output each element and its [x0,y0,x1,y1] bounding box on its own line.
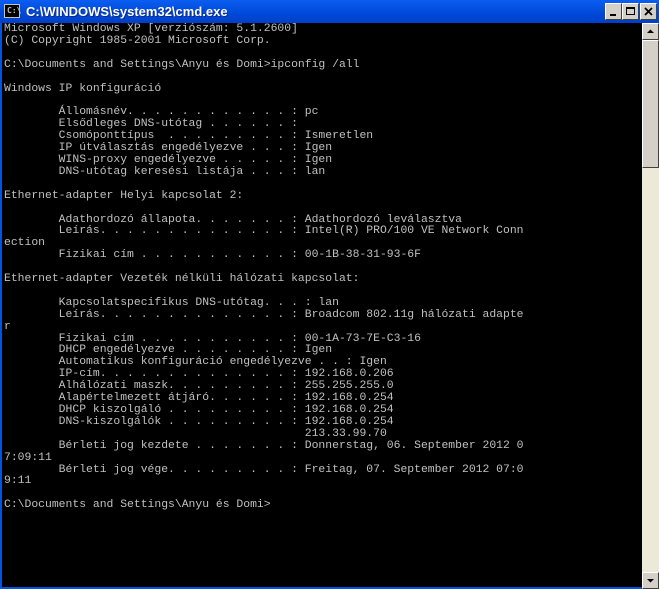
console-line: Microsoft Windows XP [verziószám: 5.1.26… [4,23,298,35]
console-line: Ethernet-adapter Vezeték nélküli hálózat… [4,273,360,286]
console-line: C:\Documents and Settings\Anyu és Domi>i… [4,58,360,71]
console-line: Fizikai cím . . . . . . . . . . . : 00-1… [4,249,421,262]
console-line: Alhálózati maszk. . . . . . . . . : 255.… [4,380,394,393]
console-line: 213.33.99.70 [4,427,387,440]
vertical-scrollbar[interactable] [642,23,659,589]
scroll-thumb[interactable] [642,40,659,168]
console-area[interactable]: Microsoft Windows XP [verziószám: 5.1.26… [2,23,642,587]
console-line: Bérleti jog kezdete . . . . . . . : Donn… [4,439,524,452]
scroll-up-arrow-icon [647,29,654,33]
cmd-window: C:\ C:\WINDOWS\system32\cmd.exe Microsof… [0,0,659,589]
cmd-app-icon[interactable]: C:\ [4,4,22,18]
scroll-up-button[interactable] [642,23,659,40]
close-icon [644,7,653,16]
console-line: ection [4,237,46,250]
console-line: Elsődleges DNS-utótag . . . . . . : [4,118,298,131]
maximize-button[interactable] [622,3,639,20]
console-line: Leírás. . . . . . . . . . . . . . : Broa… [4,308,524,321]
console-output[interactable]: Microsoft Windows XP [verziószám: 5.1.26… [2,23,642,512]
console-line: r [4,320,11,333]
console-line: IP útválasztás engedélyezve . . . : Igen [4,142,333,155]
maximize-icon [626,7,635,15]
console-line: Automatikus konfiguráció engedélyezve . … [4,356,387,369]
console-line: DHCP engedélyezve . . . . . . . . : Igen [4,344,333,357]
console-line: WINS-proxy engedélyezve . . . . . : Igen [4,153,333,166]
console-line: Windows IP konfiguráció [4,82,162,95]
console-line: Fizikai cím . . . . . . . . . . . : 00-1… [4,332,421,345]
console-line: C:\Documents and Settings\Anyu és Domi> [4,499,271,512]
title-bar[interactable]: C:\ C:\WINDOWS\system32\cmd.exe [0,0,659,23]
minimize-icon [610,14,616,16]
console-line: Leírás. . . . . . . . . . . . . . : Inte… [4,225,524,238]
scroll-down-arrow-icon [647,579,654,583]
console-line: Csomóponttípus . . . . . . . . . : Ismer… [4,130,374,143]
console-line: 7:09:11 [4,451,52,464]
console-line: Kapcsolatspecifikus DNS-utótag. . . : la… [4,296,339,309]
scroll-down-button[interactable] [642,572,659,589]
cmd-app-icon-text: C:\ [7,6,22,15]
console-line: Adathordozó állapota. . . . . . . : Adat… [4,213,462,226]
console-line: Bérleti jog vége. . . . . . . . . : Frei… [4,463,524,476]
console-line: Alapértelmezett átjáró. . . . . . : 192.… [4,392,394,405]
console-line: Ethernet-adapter Helyi kapcsolat 2: [4,189,244,202]
console-line: (C) Copyright 1985-2001 Microsoft Corp. [4,34,271,47]
console-line: DHCP kiszolgáló . . . . . . . . . : 192.… [4,404,394,416]
console-line: DNS-kiszolgálók . . . . . . . . . : 192.… [4,415,394,428]
console-line: Állomásnév. . . . . . . . . . . . : pc [4,106,319,119]
close-button[interactable] [640,3,657,20]
console-line: IP-cím. . . . . . . . . . . . . . : 192.… [4,368,394,381]
console-line: 9:11 [4,475,32,488]
window-title: C:\WINDOWS\system32\cmd.exe [26,4,228,19]
console-line: DNS-utótag keresési listája . . . : lan [4,165,326,178]
minimize-button[interactable] [605,3,622,20]
